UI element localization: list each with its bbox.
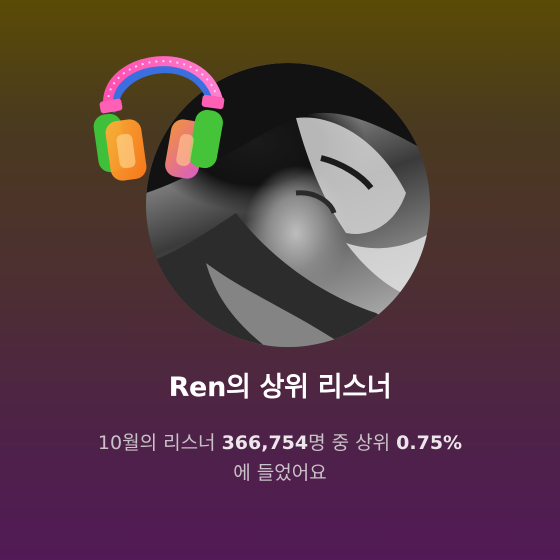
rank-text-middle: 명 중 상위 [308,432,397,454]
page-title: Ren의 상위 리스너 [168,372,392,403]
rank-percentage: 0.75% [396,432,463,454]
listener-count: 366,754 [221,432,309,454]
headphones-icon [92,48,232,198]
rank-line-2: 에 들었어요 [233,462,327,484]
rank-text-prefix: 10월의 리스너 [97,432,222,454]
listener-rank-description: 10월의 리스너 366,754명 중 상위 0.75% 에 들었어요 [60,428,500,488]
top-listener-card: Ren의 상위 리스너 10월의 리스너 366,754명 중 상위 0.75%… [0,0,560,560]
rank-line-1: 10월의 리스너 366,754명 중 상위 0.75% [60,428,500,458]
